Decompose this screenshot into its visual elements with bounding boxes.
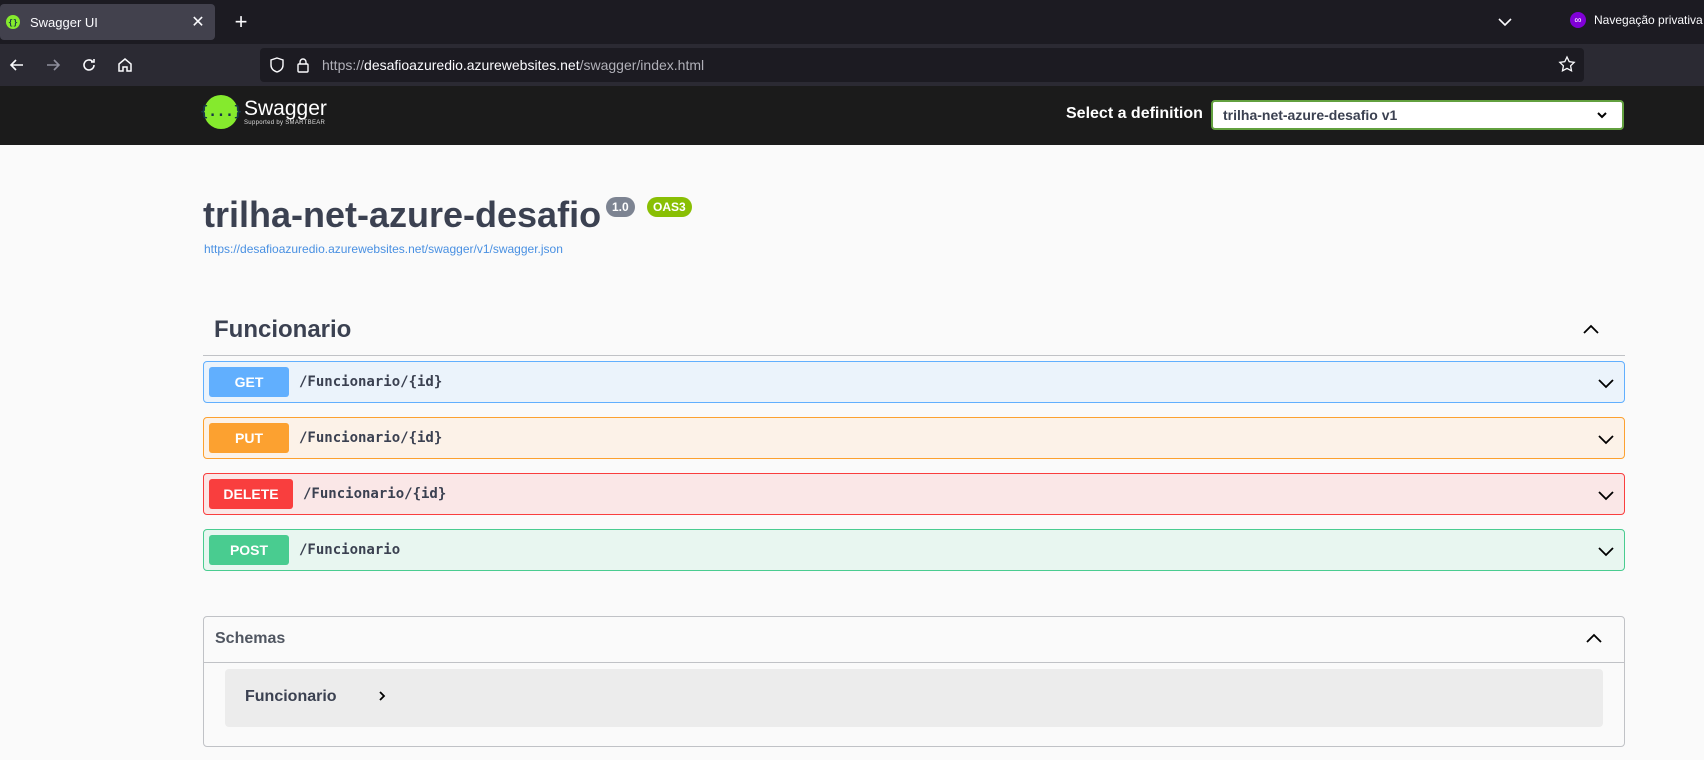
chevron-down-icon [1498, 18, 1512, 27]
method-badge-put: PUT [209, 423, 289, 453]
chevron-down-icon[interactable] [1596, 429, 1616, 449]
schemas-title: Schemas [215, 630, 286, 647]
url-path: /swagger/index.html [579, 57, 705, 73]
operation-path: /Funcionario/{id} [299, 430, 443, 446]
method-badge-delete: DELETE [209, 479, 293, 509]
schemas-header[interactable]: Schemas [204, 617, 1624, 663]
operation-post-funcionario[interactable]: POST /Funcionario [203, 529, 1625, 571]
operation-get-funcionario-id[interactable]: GET /Funcionario/{id} [203, 361, 1625, 403]
operation-delete-funcionario-id[interactable]: DELETE /Funcionario/{id} [203, 473, 1625, 515]
chevron-up-icon[interactable] [1581, 320, 1601, 340]
arrow-right-icon [47, 59, 61, 71]
close-tab-icon[interactable]: ✕ [187, 12, 209, 32]
tag-section-header[interactable]: Funcionario [203, 310, 1625, 356]
operation-path: /Funcionario [299, 542, 401, 558]
private-browsing-indicator: ∞ Navegação privativa [1570, 12, 1703, 28]
select-definition-label: Select a definition [1066, 105, 1203, 122]
chevron-down-icon[interactable] [1596, 485, 1616, 505]
new-tab-button[interactable]: + [228, 9, 254, 35]
url-text[interactable]: https://desafioazuredio.azurewebsites.ne… [322, 57, 704, 73]
operation-path: /Funcionario/{id} [303, 486, 447, 502]
forward-button[interactable] [41, 53, 65, 77]
lock-icon[interactable] [294, 56, 312, 74]
back-button[interactable] [5, 53, 29, 77]
spec-json-link[interactable]: https://desafioazuredio.azurewebsites.ne… [204, 242, 563, 256]
method-badge-get: GET [209, 367, 289, 397]
api-title: trilha-net-azure-desafio [203, 194, 602, 235]
url-host: desafioazuredio.azurewebsites.net [364, 57, 580, 73]
method-badge-post: POST [209, 535, 289, 565]
swagger-logo-icon: {...} [200, 95, 242, 129]
definition-select[interactable]: trilha-net-azure-desafio v1 [1211, 100, 1624, 130]
model-name: Funcionario [245, 688, 337, 705]
browser-tabbar: {} Swagger UI ✕ + ∞ Navegação privativa [0, 0, 1704, 44]
browser-tab[interactable]: {} Swagger UI ✕ [0, 4, 215, 40]
version-badge: 1.0 [606, 197, 635, 217]
home-icon [118, 58, 132, 72]
private-label: Navegação privativa [1594, 13, 1703, 27]
operation-path: /Funcionario/{id} [299, 374, 443, 390]
oas-badge: OAS3 [647, 197, 692, 217]
shield-icon[interactable] [268, 56, 286, 74]
operation-put-funcionario-id[interactable]: PUT /Funcionario/{id} [203, 417, 1625, 459]
bookmark-star-icon[interactable] [1558, 55, 1576, 73]
tab-title: Swagger UI [30, 14, 98, 30]
private-mask-icon: ∞ [1570, 12, 1586, 28]
swagger-logo[interactable]: {...} Swagger Supported by SMARTBEAR [200, 95, 327, 129]
logo-subtitle: Supported by SMARTBEAR [244, 120, 326, 126]
schemas-section: Schemas Funcionario [203, 616, 1625, 747]
swagger-topbar: {...} Swagger Supported by SMARTBEAR Sel… [0, 86, 1704, 145]
browser-navbar: https://desafioazuredio.azurewebsites.ne… [0, 44, 1704, 86]
chevron-down-icon [1597, 112, 1607, 119]
chevron-down-icon[interactable] [1596, 541, 1616, 561]
definition-select-value: trilha-net-azure-desafio v1 [1223, 107, 1398, 123]
list-all-tabs-button[interactable] [1494, 12, 1516, 32]
reload-icon [83, 59, 95, 71]
logo-name: Swagger [244, 97, 327, 120]
schema-model-funcionario[interactable]: Funcionario [225, 669, 1603, 727]
tag-name: Funcionario [214, 316, 352, 343]
url-scheme: https:// [322, 57, 365, 73]
chevron-up-icon[interactable] [1584, 629, 1604, 649]
url-bar[interactable]: https://desafioazuredio.azurewebsites.ne… [260, 48, 1584, 82]
swagger-favicon-icon: {} [6, 15, 20, 29]
arrow-left-icon [9, 59, 23, 71]
chevron-down-icon[interactable] [1596, 373, 1616, 393]
reload-button[interactable] [77, 53, 101, 77]
chevron-right-icon[interactable] [375, 689, 389, 703]
home-button[interactable] [113, 53, 137, 77]
